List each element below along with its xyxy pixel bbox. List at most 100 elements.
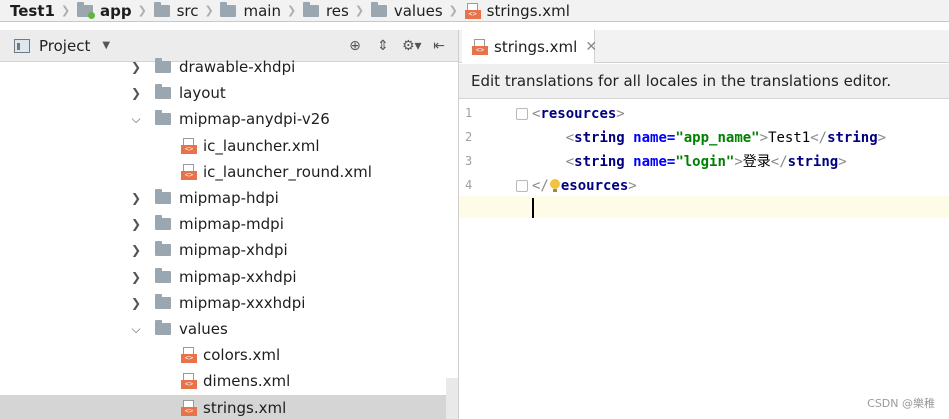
chevron-right-icon[interactable]: ❯ (129, 56, 143, 80)
tree-item[interactable]: <> ic_launcher.xml (0, 133, 446, 159)
code-token: esources (560, 178, 629, 194)
code-token: < (565, 130, 575, 146)
tree-item[interactable]: ❯ mipmap-xxhdpi (0, 264, 446, 290)
chevron-right-icon: ❯ (137, 4, 147, 17)
code-token: </ (532, 178, 549, 194)
tree-item[interactable]: ❯ mipmap-hdpi (0, 185, 446, 211)
tree-item[interactable]: ❯ mipmap-xxxhdpi (0, 290, 446, 316)
tree-item-label: mipmap-xhdpi (179, 241, 288, 260)
breadcrumb-label: strings.xml (486, 1, 570, 20)
tree-item-label: mipmap-hdpi (179, 189, 279, 207)
folder-icon (155, 58, 171, 73)
hide-icon[interactable]: ⇤ (430, 38, 448, 54)
code-token: > (616, 106, 625, 122)
chevron-down-icon[interactable]: ⌵ (129, 316, 143, 342)
breadcrumb-item[interactable]: main ❯ (216, 0, 298, 21)
target-icon[interactable]: ⊕ (346, 38, 364, 54)
folder-icon (302, 1, 319, 17)
project-tree: ❯ drawable-xhdpi ❯ layout ⌵ mipmap-anydpi-v26… (0, 56, 458, 419)
code-token: > (628, 178, 637, 194)
tree-item-label: mipmap-xxxhdpi (179, 293, 306, 312)
close-icon[interactable]: ✕ (585, 39, 597, 55)
navigation-breadcrumb: Test1 ❯ app ❯ src ❯ main ❯ res ❯ values ❯ <> strings.… (0, 0, 949, 22)
code-token: string (787, 154, 839, 170)
tree-item-label: mipmap-anydpi-v26 (179, 110, 330, 129)
tree-item[interactable]: ❯ layout (0, 80, 446, 106)
text-caret (532, 198, 534, 218)
chevron-right-icon: ❯ (60, 4, 71, 17)
code-token: Test1 (768, 130, 811, 146)
code-token: "app_name" (675, 130, 760, 146)
tab-label: strings.xml (494, 37, 578, 56)
gear-icon[interactable]: ⚙▾ (402, 38, 422, 54)
editor-tab-bar: <> strings.xml ✕ (459, 30, 949, 63)
code-token: < (565, 154, 575, 170)
translations-notice: Edit translations for all locales in the… (459, 64, 949, 99)
chevron-right-icon: ❯ (204, 4, 214, 17)
code-token: string (574, 130, 634, 146)
xml-file-icon: <> (464, 2, 481, 19)
tree-item[interactable]: <> dimens.xml (0, 368, 446, 394)
folder-icon (155, 189, 171, 204)
tree-item-label: values (179, 320, 228, 338)
chevron-right-icon[interactable]: ❯ (129, 237, 143, 263)
breadcrumb-item[interactable]: res ❯ (299, 0, 367, 21)
tree-item-label: drawable-xhdpi (179, 58, 296, 76)
chevron-right-icon[interactable]: ❯ (129, 290, 143, 316)
tree-item[interactable]: <> colors.xml (0, 342, 446, 368)
breadcrumb-item[interactable]: app ❯ (73, 0, 150, 21)
code-token: </ (770, 154, 788, 170)
chevron-right-icon[interactable]: ❯ (129, 185, 143, 211)
breadcrumb-item[interactable]: Test1 ❯ (0, 0, 73, 21)
xml-file-icon: <> (181, 163, 197, 180)
app-folder-icon (76, 1, 95, 19)
breadcrumb-label: Test1 (10, 1, 55, 20)
chevron-right-icon: ❯ (448, 4, 458, 17)
tree-item[interactable]: ⌵ values (0, 316, 446, 342)
project-icon (14, 38, 30, 53)
tab-strings-xml[interactable]: <> strings.xml ✕ (462, 30, 597, 63)
project-panel-title[interactable]: Project (39, 37, 90, 55)
breadcrumb-label: app (99, 1, 132, 20)
xml-file-icon: <> (181, 373, 197, 390)
chevron-down-icon[interactable]: ▼ (102, 40, 110, 51)
code-token: name= (633, 154, 676, 170)
chevron-right-icon[interactable]: ❯ (129, 211, 143, 237)
tree-item-label: layout (179, 84, 226, 103)
breadcrumb-label: res (325, 1, 349, 20)
tree-item[interactable]: ❯ mipmap-xhdpi (0, 237, 446, 263)
breadcrumb-label: values (393, 1, 443, 20)
tree-item[interactable]: ❯ mipmap-mdpi (0, 211, 446, 237)
chevron-down-icon[interactable]: ⌵ (129, 106, 143, 132)
code-token: 登录 (742, 154, 771, 170)
collapse-icon[interactable]: ⇕ (374, 38, 392, 54)
tree-item[interactable]: ❯ drawable-xhdpi (0, 56, 446, 80)
tree-item[interactable]: <> strings.xml (0, 394, 446, 419)
code-token: > (734, 154, 743, 170)
code-token: > (877, 130, 887, 146)
breadcrumb-label: src (176, 1, 199, 20)
breadcrumb-label: main (243, 1, 281, 20)
folder-icon (153, 1, 170, 17)
folder-icon (155, 267, 171, 283)
folder-icon (220, 1, 237, 17)
folder-icon (155, 215, 171, 231)
chevron-right-icon[interactable]: ❯ (129, 80, 143, 106)
breadcrumb-item[interactable]: <> strings.xml (461, 0, 570, 21)
chevron-right-icon[interactable]: ❯ (129, 264, 143, 290)
xml-file-icon: <> (181, 137, 197, 154)
intention-bulb-icon[interactable] (549, 178, 561, 194)
chevron-right-icon: ❯ (354, 4, 365, 17)
folder-icon (155, 110, 171, 126)
tree-item-label: mipmap-xxhdpi (179, 267, 297, 286)
tree-item[interactable]: <> ic_launcher_round.xml (0, 159, 446, 185)
tree-item[interactable]: ⌵ mipmap-anydpi-v26 (0, 106, 446, 132)
breadcrumb-item[interactable]: src ❯ (150, 0, 217, 21)
code-editor[interactable]: <resources> <string name="app_name">Test… (459, 100, 949, 419)
code-token: > (759, 130, 769, 146)
folder-icon (155, 84, 171, 100)
tree-scrollbar[interactable] (446, 378, 458, 419)
breadcrumb-item[interactable]: values ❯ (367, 0, 461, 21)
code-token: name= (633, 130, 676, 146)
code-token: string (574, 154, 634, 170)
